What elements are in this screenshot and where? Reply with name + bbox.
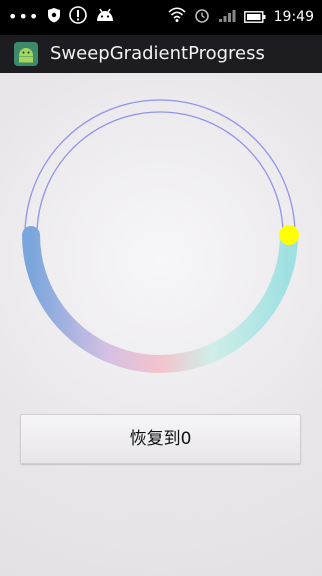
- alarm-icon: [194, 7, 210, 27]
- android-icon: [95, 7, 115, 27]
- signal-icon: [218, 8, 236, 27]
- android-app-icon: [14, 42, 38, 66]
- alert-circle-icon: [69, 6, 88, 28]
- sweep-gradient-progress[interactable]: [0, 73, 322, 393]
- app-title: SweepGradientProgress: [50, 43, 265, 64]
- progress-arc: [22, 226, 298, 373]
- status-bar: ••• 19:49: [0, 0, 322, 35]
- status-right-icons: 19:49: [168, 6, 314, 28]
- status-left-icons: •••: [8, 6, 115, 28]
- reset-to-zero-button[interactable]: 恢复到0: [20, 414, 301, 464]
- action-bar: SweepGradientProgress: [0, 35, 322, 73]
- battery-icon: [243, 8, 266, 27]
- progress-thumb[interactable]: [279, 225, 299, 245]
- wifi-icon: [168, 7, 186, 27]
- shield-icon: [47, 7, 61, 27]
- progress-ring-svg: [22, 99, 299, 373]
- status-time: 19:49: [273, 9, 314, 25]
- more-dots-icon: •••: [8, 7, 40, 26]
